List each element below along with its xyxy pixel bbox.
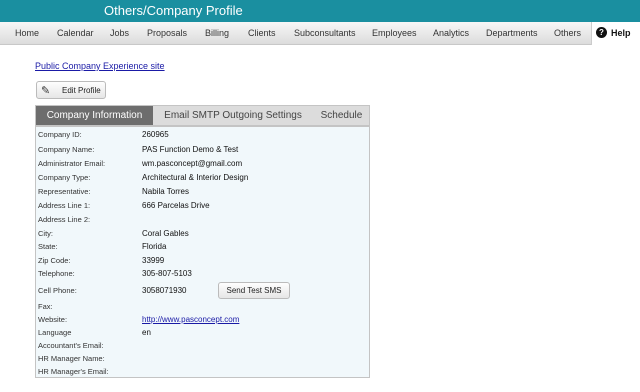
- tab-schedule[interactable]: Schedule: [313, 106, 370, 125]
- nav-item-billing[interactable]: Billing: [205, 28, 229, 38]
- field-value: 305-807-5103: [142, 269, 192, 278]
- field-value: Coral Gables: [142, 229, 189, 238]
- field-label: Cell Phone:: [38, 286, 77, 295]
- main-nav: Home Calendar Jobs Proposals Billing Cli…: [0, 22, 640, 45]
- nav-item-proposals[interactable]: Proposals: [147, 28, 187, 38]
- field-value: Architectural & Interior Design: [142, 173, 249, 182]
- field-label: Telephone:: [38, 269, 75, 278]
- field-value: PAS Function Demo & Test: [142, 145, 239, 154]
- field-label: Zip Code:: [38, 256, 71, 265]
- profile-tabs: Company Information Email SMTP Outgoing …: [35, 105, 370, 126]
- field-row: Fax:: [38, 302, 368, 314]
- field-label: Website:: [38, 315, 68, 324]
- field-label: HR Manager's Email:: [38, 367, 109, 376]
- field-row: State: Florida: [38, 242, 368, 254]
- nav-item-others[interactable]: Others: [554, 28, 581, 38]
- nav-item-calendar[interactable]: Calendar: [57, 28, 94, 38]
- field-label: Address Line 1:: [38, 201, 91, 210]
- field-label: Company Type:: [38, 173, 91, 182]
- nav-item-employees[interactable]: Employees: [372, 28, 417, 38]
- nav-item-subconsultants[interactable]: Subconsultants: [294, 28, 356, 38]
- field-row: Zip Code: 33999: [38, 256, 368, 268]
- field-row: Cell Phone: 3058071930: [38, 286, 368, 298]
- field-value: en: [142, 328, 151, 337]
- edit-profile-button[interactable]: ✎ Edit Profile: [36, 81, 106, 99]
- field-label: Address Line 2:: [38, 215, 91, 224]
- field-value: 260965: [142, 130, 169, 139]
- field-label: Company ID:: [38, 130, 82, 139]
- field-value: wm.pasconcept@gmail.com: [142, 159, 243, 168]
- nav-item-analytics[interactable]: Analytics: [433, 28, 469, 38]
- field-label: Fax:: [38, 302, 53, 311]
- field-row: Company ID: 260965: [38, 130, 368, 142]
- field-row: Website: http://www.pasconcept.com: [38, 315, 368, 327]
- field-row: Address Line 1: 666 Parcelas Drive: [38, 201, 368, 213]
- help-button[interactable]: ? Help: [591, 22, 640, 45]
- send-test-sms-button[interactable]: Send Test SMS: [218, 282, 290, 299]
- page-title: Others/Company Profile: [104, 3, 243, 18]
- edit-profile-label: Edit Profile: [62, 86, 101, 95]
- tab-email-smtp-settings[interactable]: Email SMTP Outgoing Settings: [153, 106, 313, 125]
- field-row: HR Manager's Email:: [38, 367, 368, 379]
- field-label: Representative:: [38, 187, 91, 196]
- field-value: Nabila Torres: [142, 187, 189, 196]
- nav-item-clients[interactable]: Clients: [248, 28, 276, 38]
- field-row: Accountant's Email:: [38, 341, 368, 353]
- field-label: State:: [38, 242, 58, 251]
- field-label: Accountant's Email:: [38, 341, 104, 350]
- help-label: Help: [611, 28, 631, 38]
- public-experience-link[interactable]: Public Company Experience site: [35, 61, 165, 71]
- field-label: Administrator Email:: [38, 159, 106, 168]
- nav-item-departments[interactable]: Departments: [486, 28, 538, 38]
- tab-company-information[interactable]: Company Information: [36, 106, 153, 125]
- field-row: Company Type: Architectural & Interior D…: [38, 173, 368, 185]
- field-value: 3058071930: [142, 286, 187, 295]
- field-value: 33999: [142, 256, 165, 265]
- field-row: HR Manager Name:: [38, 354, 368, 366]
- nav-item-home[interactable]: Home: [15, 28, 39, 38]
- field-label: City:: [38, 229, 53, 238]
- nav-item-jobs[interactable]: Jobs: [110, 28, 129, 38]
- pencil-icon: ✎: [41, 85, 51, 97]
- field-row: Address Line 2:: [38, 215, 368, 227]
- field-value: Florida: [142, 242, 167, 251]
- field-row: Company Name: PAS Function Demo & Test: [38, 145, 368, 157]
- question-icon: ?: [596, 27, 607, 38]
- website-link[interactable]: http://www.pasconcept.com: [142, 315, 239, 324]
- field-row: Administrator Email: wm.pasconcept@gmail…: [38, 159, 368, 171]
- field-label: Language: [38, 328, 72, 337]
- field-label: HR Manager Name:: [38, 354, 105, 363]
- field-label: Company Name:: [38, 145, 95, 154]
- field-row: Representative: Nabila Torres: [38, 187, 368, 199]
- title-bar: Others/Company Profile: [0, 0, 640, 22]
- field-row: City: Coral Gables: [38, 229, 368, 241]
- field-row: Language en: [38, 328, 368, 340]
- field-row: Telephone: 305-807-5103: [38, 269, 368, 281]
- field-value: 666 Parcelas Drive: [142, 201, 210, 210]
